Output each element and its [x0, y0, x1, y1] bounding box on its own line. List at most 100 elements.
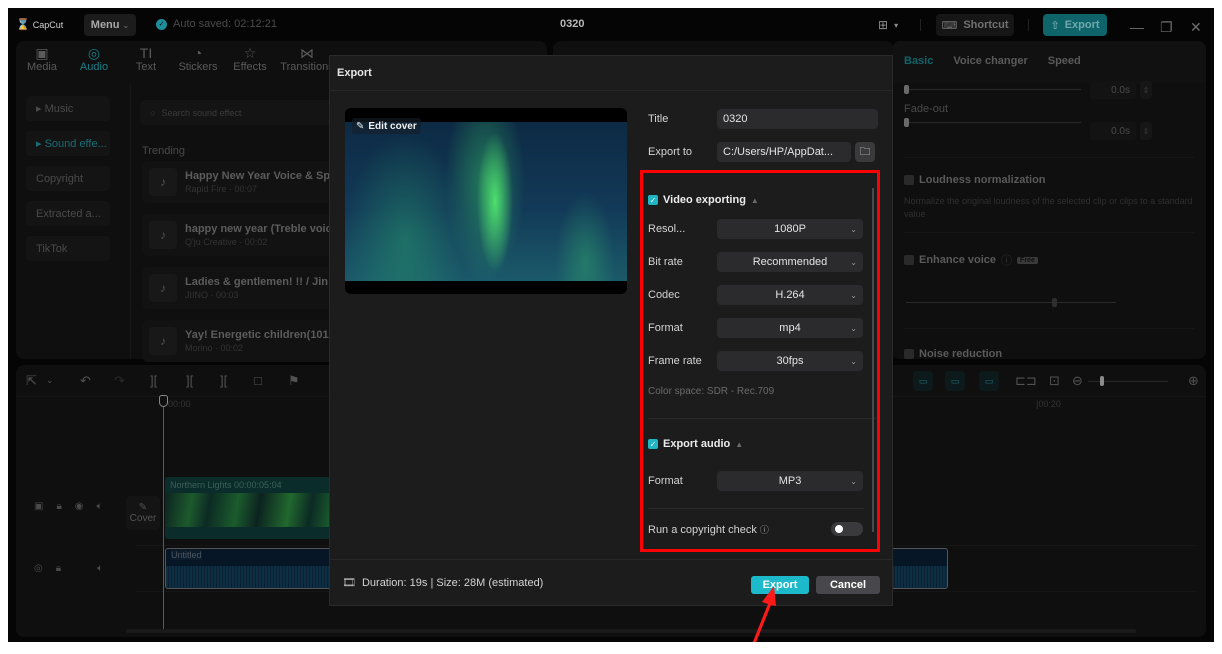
lock-icon[interactable]: 🔒︎ [56, 563, 61, 574]
magnet-icon[interactable]: ▭ [913, 371, 933, 391]
edit-cover-button[interactable]: ✎ Edit cover [352, 118, 421, 134]
help-icon: ⓘ [1001, 255, 1013, 267]
capcut-logo-icon: ⌛ [16, 19, 30, 31]
audio-track-icon[interactable]: ◎ [34, 563, 43, 574]
tab-text[interactable]: TI Text [120, 41, 172, 83]
split-icon[interactable]: ][ [150, 373, 157, 388]
enhance-voice-slider-track[interactable] [906, 302, 1116, 303]
category-extracted-audio[interactable]: Extracted a... [26, 201, 110, 226]
align-icon[interactable]: ⊏⊐ [1015, 373, 1037, 389]
loudness-normalization-checkbox[interactable]: Loudness normalization [904, 174, 1046, 186]
tool-tabs: ▣ Media ◎ Audio TI Text ◔ Stickers ☆ Effects … [16, 41, 338, 83]
playhead-line[interactable] [163, 395, 164, 633]
category-music[interactable]: ▸ Music [26, 96, 110, 121]
export-path-input[interactable]: C:/Users/HP/AppDat... [717, 142, 851, 162]
media-icon: ▣ [35, 45, 49, 61]
fade-out-slider-handle[interactable] [904, 118, 909, 127]
settings-scrollbar[interactable] [872, 188, 874, 532]
zoom-fit-icon[interactable]: ⊡ [1049, 373, 1060, 389]
undo-icon[interactable]: ↶ [80, 373, 91, 389]
tab-basic[interactable]: Basic [904, 55, 933, 67]
enhance-voice-checkbox[interactable]: Enhance voice ⓘ Free [904, 252, 1038, 268]
tab-audio[interactable]: ◎ Audio [68, 41, 120, 83]
timeline-zoom-handle[interactable] [1100, 376, 1104, 386]
cover-preview[interactable]: ✎ Edit cover [345, 108, 627, 294]
tiktok-note-icon: ♪ [149, 221, 177, 249]
video-clip-thumbnails [165, 493, 345, 527]
autosave-status: ✓ Auto saved: 02:12:21 [156, 18, 277, 30]
tab-effects[interactable]: ☆ Effects [224, 41, 276, 83]
tab-voice-changer[interactable]: Voice changer [953, 55, 1027, 67]
close-button[interactable]: ✕ [1190, 16, 1202, 38]
menu-button[interactable]: Menu ⌄ [84, 14, 136, 36]
restore-button[interactable]: ❐ [1160, 16, 1173, 38]
volume-icon[interactable]: 🔈︎ [97, 501, 103, 512]
lock-icon[interactable]: 🔒︎ [56, 501, 61, 512]
track-icon[interactable]: ▣ [34, 501, 43, 512]
folder-browse-button[interactable]: 🗀︎ [855, 142, 875, 162]
fade-out-stepper[interactable]: ⇕ [1140, 122, 1152, 140]
tab-media[interactable]: ▣ Media [16, 41, 68, 83]
sound-item[interactable]: ♪ Happy New Year Voice & Sp Rapid Fire · 0… [142, 161, 342, 203]
tab-stickers[interactable]: ◔ Stickers [172, 41, 224, 83]
export-top-button[interactable]: ⇧ Export [1043, 14, 1107, 36]
split-left-icon[interactable]: ][ [186, 373, 193, 388]
fade-in-value[interactable]: 0.0s [1090, 81, 1136, 99]
split-right-icon[interactable]: ][ [220, 373, 227, 388]
minimize-button[interactable]: — [1130, 16, 1144, 38]
preview-axis-icon[interactable]: ▭ [979, 371, 999, 391]
fade-in-slider-track[interactable] [906, 89, 1081, 90]
divider [904, 157, 1194, 158]
shortcut-button[interactable]: ⌨ Shortcut [936, 14, 1014, 36]
divider [904, 328, 1194, 329]
check-circle-icon: ✓ [156, 18, 167, 30]
volume-icon[interactable]: 🔈︎ [97, 563, 103, 574]
annotation-highlight-box [640, 170, 880, 552]
sound-item[interactable]: ♪ Ladies & gentlemen! !! / Jin JIINO · 00:… [142, 267, 342, 309]
video-clip[interactable]: Northern Lights 00:00:05:04 [165, 477, 345, 539]
audio-icon: ◎ [87, 45, 101, 61]
properties-tabs: Basic Voice changer Speed [904, 55, 1081, 67]
arrow-shape [752, 586, 776, 642]
fade-in-stepper[interactable]: ⇕ [1140, 81, 1152, 99]
capcut-app: ⌛ CapCut Menu ⌄ ✓ Auto saved: 02:12:21 0320… [8, 8, 1214, 642]
cover-image [345, 122, 627, 281]
eye-icon[interactable]: ◉ [75, 501, 84, 512]
noise-reduction-checkbox[interactable]: Noise reduction [904, 348, 1002, 360]
audio-track-controls: ◎ 🔒︎ 🔈︎ [34, 563, 103, 574]
delete-icon[interactable]: □ [254, 373, 262, 388]
link-icon[interactable]: ▭ [945, 371, 965, 391]
fade-out-slider-track[interactable] [906, 122, 1081, 123]
divider [1028, 19, 1029, 31]
export-dialog: Export ✎ Edit cover Title 0320 Export to … [329, 55, 893, 606]
title-input[interactable]: 0320 [717, 109, 878, 129]
category-sound-effects[interactable]: ▸ Sound effe... [26, 131, 110, 156]
chevron-down-icon[interactable]: ⌄ [46, 375, 54, 386]
export-to-label: Export to [648, 146, 693, 158]
sound-search-input[interactable]: ○ Search sound effect [140, 100, 360, 125]
fade-out-value[interactable]: 0.0s [1090, 122, 1136, 140]
select-tool-icon[interactable]: ⇱ [26, 373, 37, 389]
audio-clip-label: Untitled [171, 550, 202, 560]
enhance-voice-slider-handle[interactable] [1052, 298, 1057, 307]
zoom-out-icon[interactable]: ⊖ [1072, 373, 1083, 389]
playhead-handle[interactable] [159, 395, 168, 407]
zoom-in-icon[interactable]: ⊕ [1188, 373, 1199, 389]
cancel-button[interactable]: Cancel [816, 576, 880, 594]
timeline-scrollbar[interactable] [126, 629, 1136, 633]
fade-in-slider-handle[interactable] [904, 85, 909, 94]
app-logo: ⌛ CapCut [16, 19, 64, 31]
chevron-down-icon: ▾ [894, 20, 899, 30]
redo-icon[interactable]: ↷ [114, 373, 125, 389]
cover-button[interactable]: ✎ Cover [126, 496, 160, 530]
transitions-icon: ⋈ [300, 45, 314, 61]
sound-item[interactable]: ♪ happy new year (Treble voic Q'ju Creativ… [142, 214, 342, 256]
auto-reframe-icon[interactable]: ⚑ [288, 373, 300, 389]
category-tiktok[interactable]: TikTok [26, 236, 110, 261]
tab-speed[interactable]: Speed [1048, 55, 1081, 67]
category-copyright[interactable]: Copyright [26, 166, 110, 191]
layout-button[interactable]: ⊞ ▾ [878, 14, 898, 36]
sound-item[interactable]: ♪ Yay! Energetic children(1011 Morino · 00… [142, 320, 342, 362]
text-icon: TI [139, 45, 153, 61]
export-dialog-title: Export [330, 56, 892, 91]
